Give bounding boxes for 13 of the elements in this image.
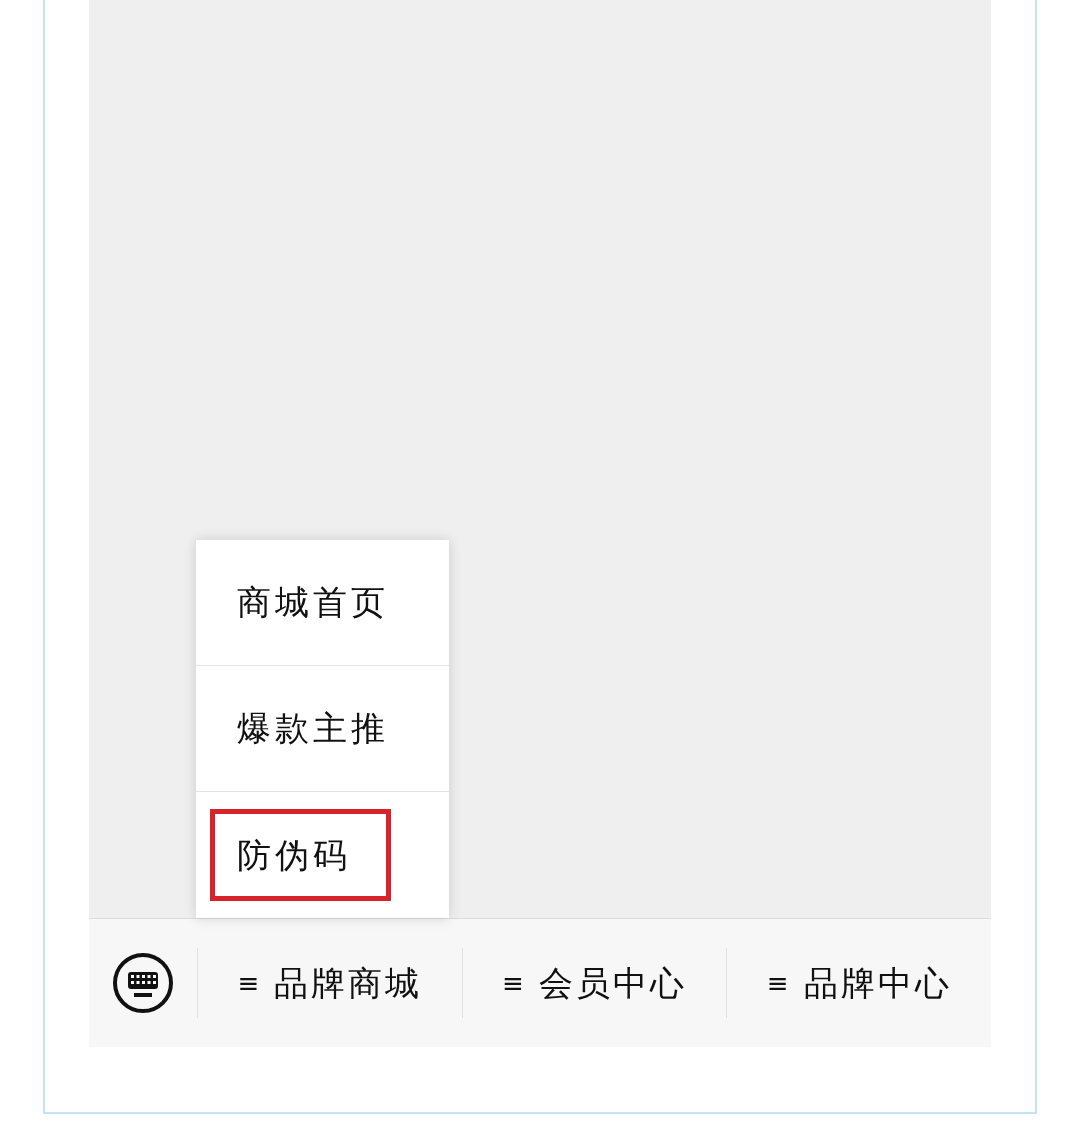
menu-icon: ≡ [502, 963, 527, 1003]
tab-label: 品牌中心 [803, 961, 952, 1005]
menu-item[interactable]: 商城首页 [210, 556, 416, 649]
menu-item[interactable]: 爆款主推 [210, 682, 416, 775]
menu-icon: ≡ [766, 963, 792, 1003]
tab-label: 品牌商城 [274, 961, 423, 1005]
menu-tab[interactable]: ≡ 品牌中心 [766, 957, 952, 1009]
menu-tab[interactable]: ≡ 会员中心 [502, 957, 687, 1009]
tab-label: 会员中心 [538, 961, 687, 1005]
menu-icon: ≡ [237, 963, 263, 1003]
menu-item[interactable]: 防伪码 [210, 809, 391, 901]
menu-tab[interactable]: ≡ 品牌商城 [237, 957, 423, 1009]
keyboard-icon[interactable] [112, 952, 174, 1014]
